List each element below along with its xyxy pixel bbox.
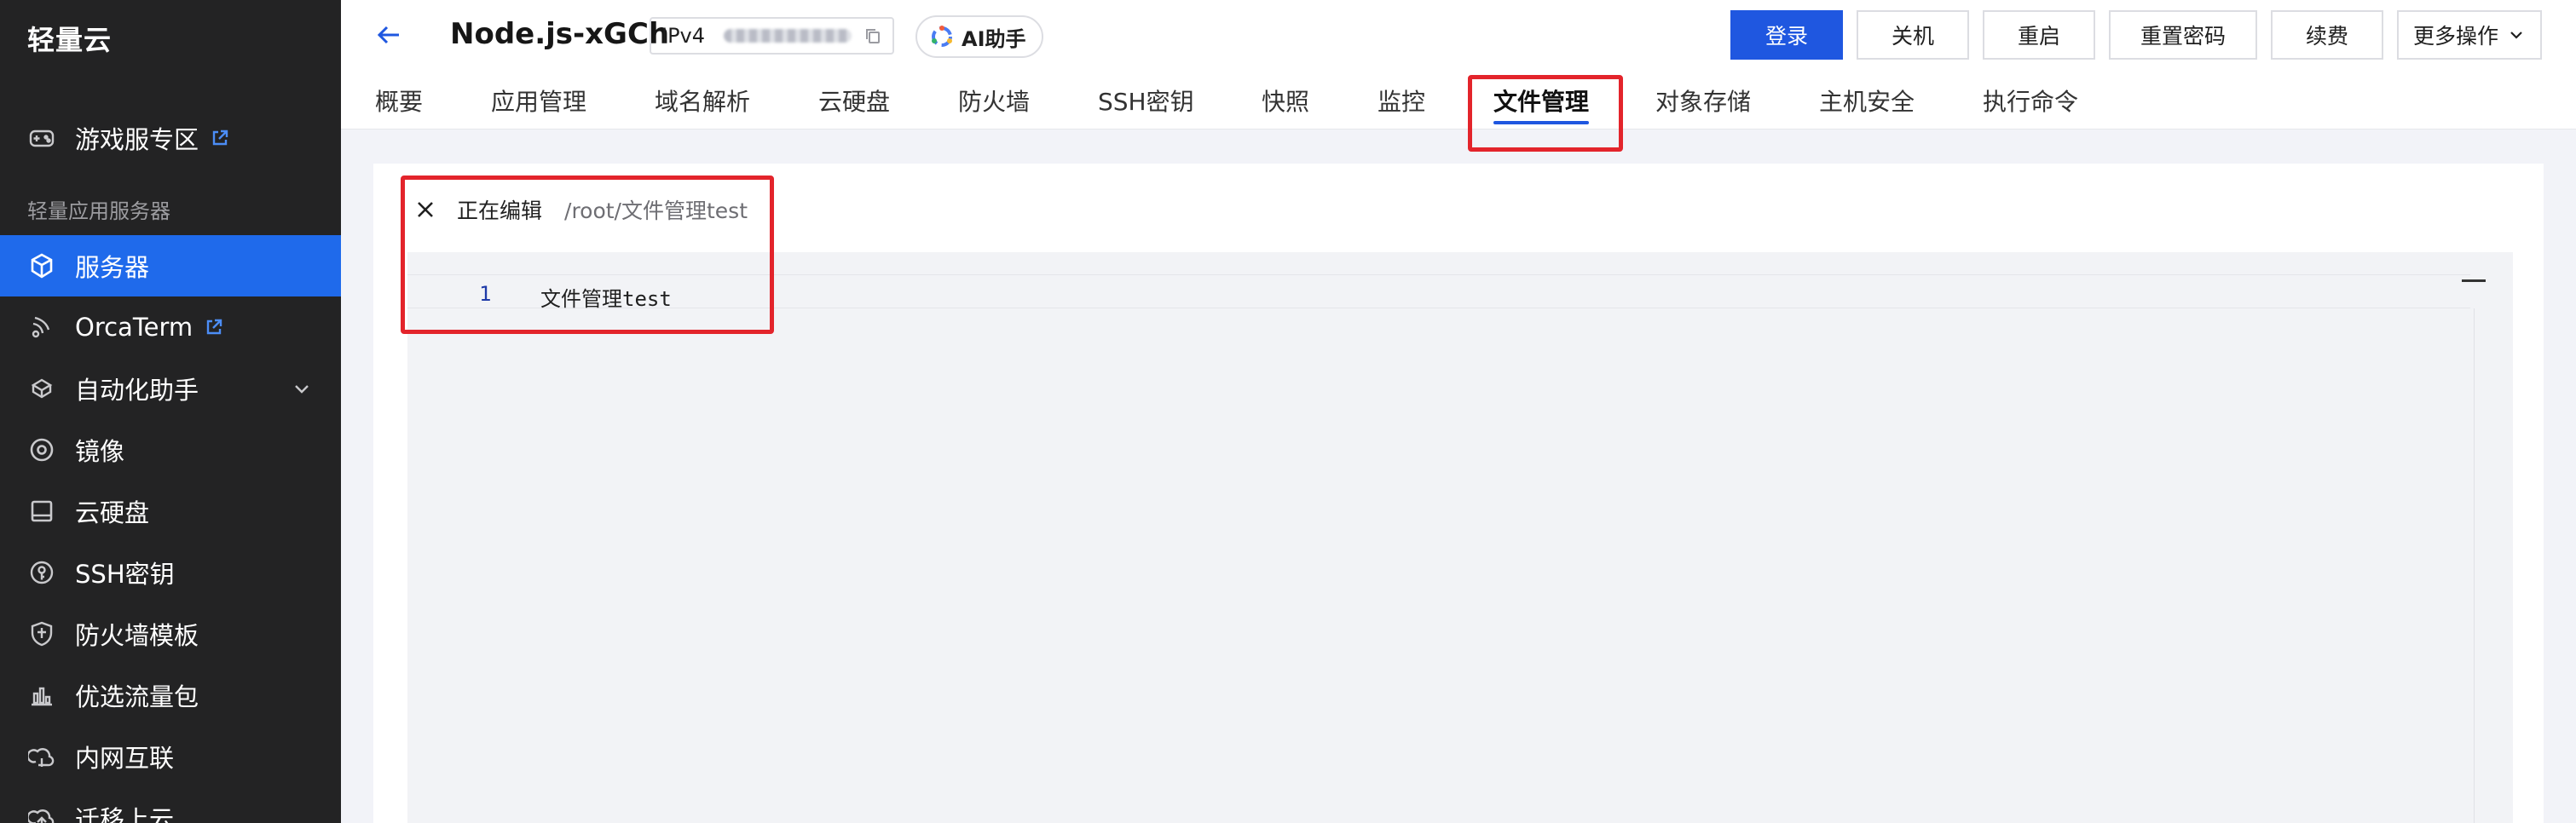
tab-snapshots[interactable]: 快照 [1262,83,1309,118]
ip-address-badge: IPv4 [650,17,895,55]
sidebar-item-cloud-disk[interactable]: 云硬盘 [0,481,341,542]
renew-button[interactable]: 续费 [2271,10,2383,60]
server-cube-icon [27,251,56,280]
editing-status: 正在编辑 [457,199,543,223]
sidebar-item-game-zone[interactable]: 游戏服专区 [0,107,341,169]
sidebar-item-traffic-packages[interactable]: 优选流量包 [0,665,341,726]
server-header: Node.js-xGCh IPv4 AI助手 登录 关机 重启 重置密码 续费 … [341,0,2576,129]
sidebar-item-label: 防火墙模板 [75,621,199,650]
ai-assistant-icon [932,26,952,47]
sidebar-item-label: 优选流量包 [75,682,199,711]
line-content[interactable]: 文件管理test [540,282,672,312]
ip-label: IPv4 [661,24,706,48]
sidebar-item-migrate[interactable]: 迁移上云 [0,787,341,823]
sidebar-item-private-network[interactable]: 内网互联 [0,726,341,787]
ai-assistant-button[interactable]: AI助手 [915,15,1043,58]
close-icon[interactable] [414,199,436,221]
sidebar-item-images[interactable]: 镜像 [0,419,341,481]
sidebar-item-label: 服务器 [75,253,150,282]
server-name: Node.js-xGCh [450,17,670,51]
copy-icon[interactable] [863,26,882,45]
editor-header: 正在编辑 /root/文件管理test [414,194,748,225]
tab-object-storage[interactable]: 对象存储 [1655,83,1751,118]
sidebar-item-label: SSH密钥 [75,560,175,589]
server-actions: 登录 关机 重启 重置密码 续费 更多操作 [1717,10,2542,60]
tab-ssh-keys[interactable]: SSH密钥 [1098,83,1194,118]
migrate-icon [27,803,56,823]
restart-button[interactable]: 重启 [1983,10,2095,60]
reset-password-button[interactable]: 重置密码 [2109,10,2257,60]
network-icon [27,742,56,771]
sidebar-item-label: 内网互联 [75,744,175,773]
sidebar-item-label: OrcaTerm [75,313,193,342]
minimap-indicator[interactable] [2462,279,2486,282]
sidebar-item-servers[interactable]: 服务器 [0,235,341,296]
sidebar-item-label: 游戏服专区 [75,125,199,154]
tab-host-security[interactable]: 主机安全 [1819,83,1915,118]
back-arrow-icon[interactable] [373,19,406,51]
sidebar-item-ssh-keys[interactable]: SSH密钥 [0,542,341,603]
tab-dns[interactable]: 域名解析 [655,83,750,118]
login-button[interactable]: 登录 [1730,10,1843,60]
chevron-down-icon[interactable] [292,378,312,399]
sidebar-item-label: 镜像 [75,437,125,466]
gamepad-icon [27,124,56,153]
firewall-shield-icon [27,619,56,648]
chevron-down-icon [2510,32,2522,39]
traffic-chart-icon [27,681,56,710]
more-actions-button[interactable]: 更多操作 [2397,10,2542,60]
disk-icon [27,497,56,526]
external-link-icon [211,129,229,147]
ip-address-redacted [724,29,852,43]
shutdown-button[interactable]: 关机 [1857,10,1969,60]
tab-app-management[interactable]: 应用管理 [491,83,586,118]
code-line[interactable]: 1 文件管理test [407,274,2470,311]
sidebar: 轻量云 游戏服专区 轻量应用服务器 服务器 OrcaTerm 自动化助手 镜像 … [0,0,341,823]
image-disc-icon [27,435,56,464]
brand-logo[interactable]: 轻量云 [27,19,112,58]
file-editor-panel: 正在编辑 /root/文件管理test 1 文件管理test [373,164,2544,823]
sidebar-item-label: 云硬盘 [75,498,150,527]
tab-monitoring[interactable]: 监控 [1378,83,1425,118]
terminal-icon [27,313,56,342]
sidebar-item-orcaterm[interactable]: OrcaTerm [0,296,341,358]
more-actions-label: 更多操作 [2412,24,2498,49]
sidebar-item-automation[interactable]: 自动化助手 [0,358,341,419]
file-path: /root/文件管理test [564,199,748,223]
external-link-icon [205,318,223,337]
line-number: 1 [479,282,492,306]
ai-assistant-label: AI助手 [962,26,1026,51]
editor-scrollbar[interactable] [2474,308,2499,823]
tab-firewall[interactable]: 防火墙 [958,83,1030,118]
code-editor[interactable]: 1 文件管理test [407,252,2513,823]
tab-overview[interactable]: 概要 [375,83,423,118]
tab-cloud-disk[interactable]: 云硬盘 [818,83,890,118]
automation-icon [27,374,56,403]
sidebar-section-label: 轻量应用服务器 [27,199,170,223]
ssh-key-icon [27,558,56,587]
sidebar-item-label: 自动化助手 [75,376,199,405]
sidebar-item-firewall-templates[interactable]: 防火墙模板 [0,603,341,665]
tab-file-management[interactable]: 文件管理 [1493,83,1590,124]
sidebar-item-label: 迁移上云 [75,805,175,823]
tab-run-command[interactable]: 执行命令 [1983,83,2078,118]
